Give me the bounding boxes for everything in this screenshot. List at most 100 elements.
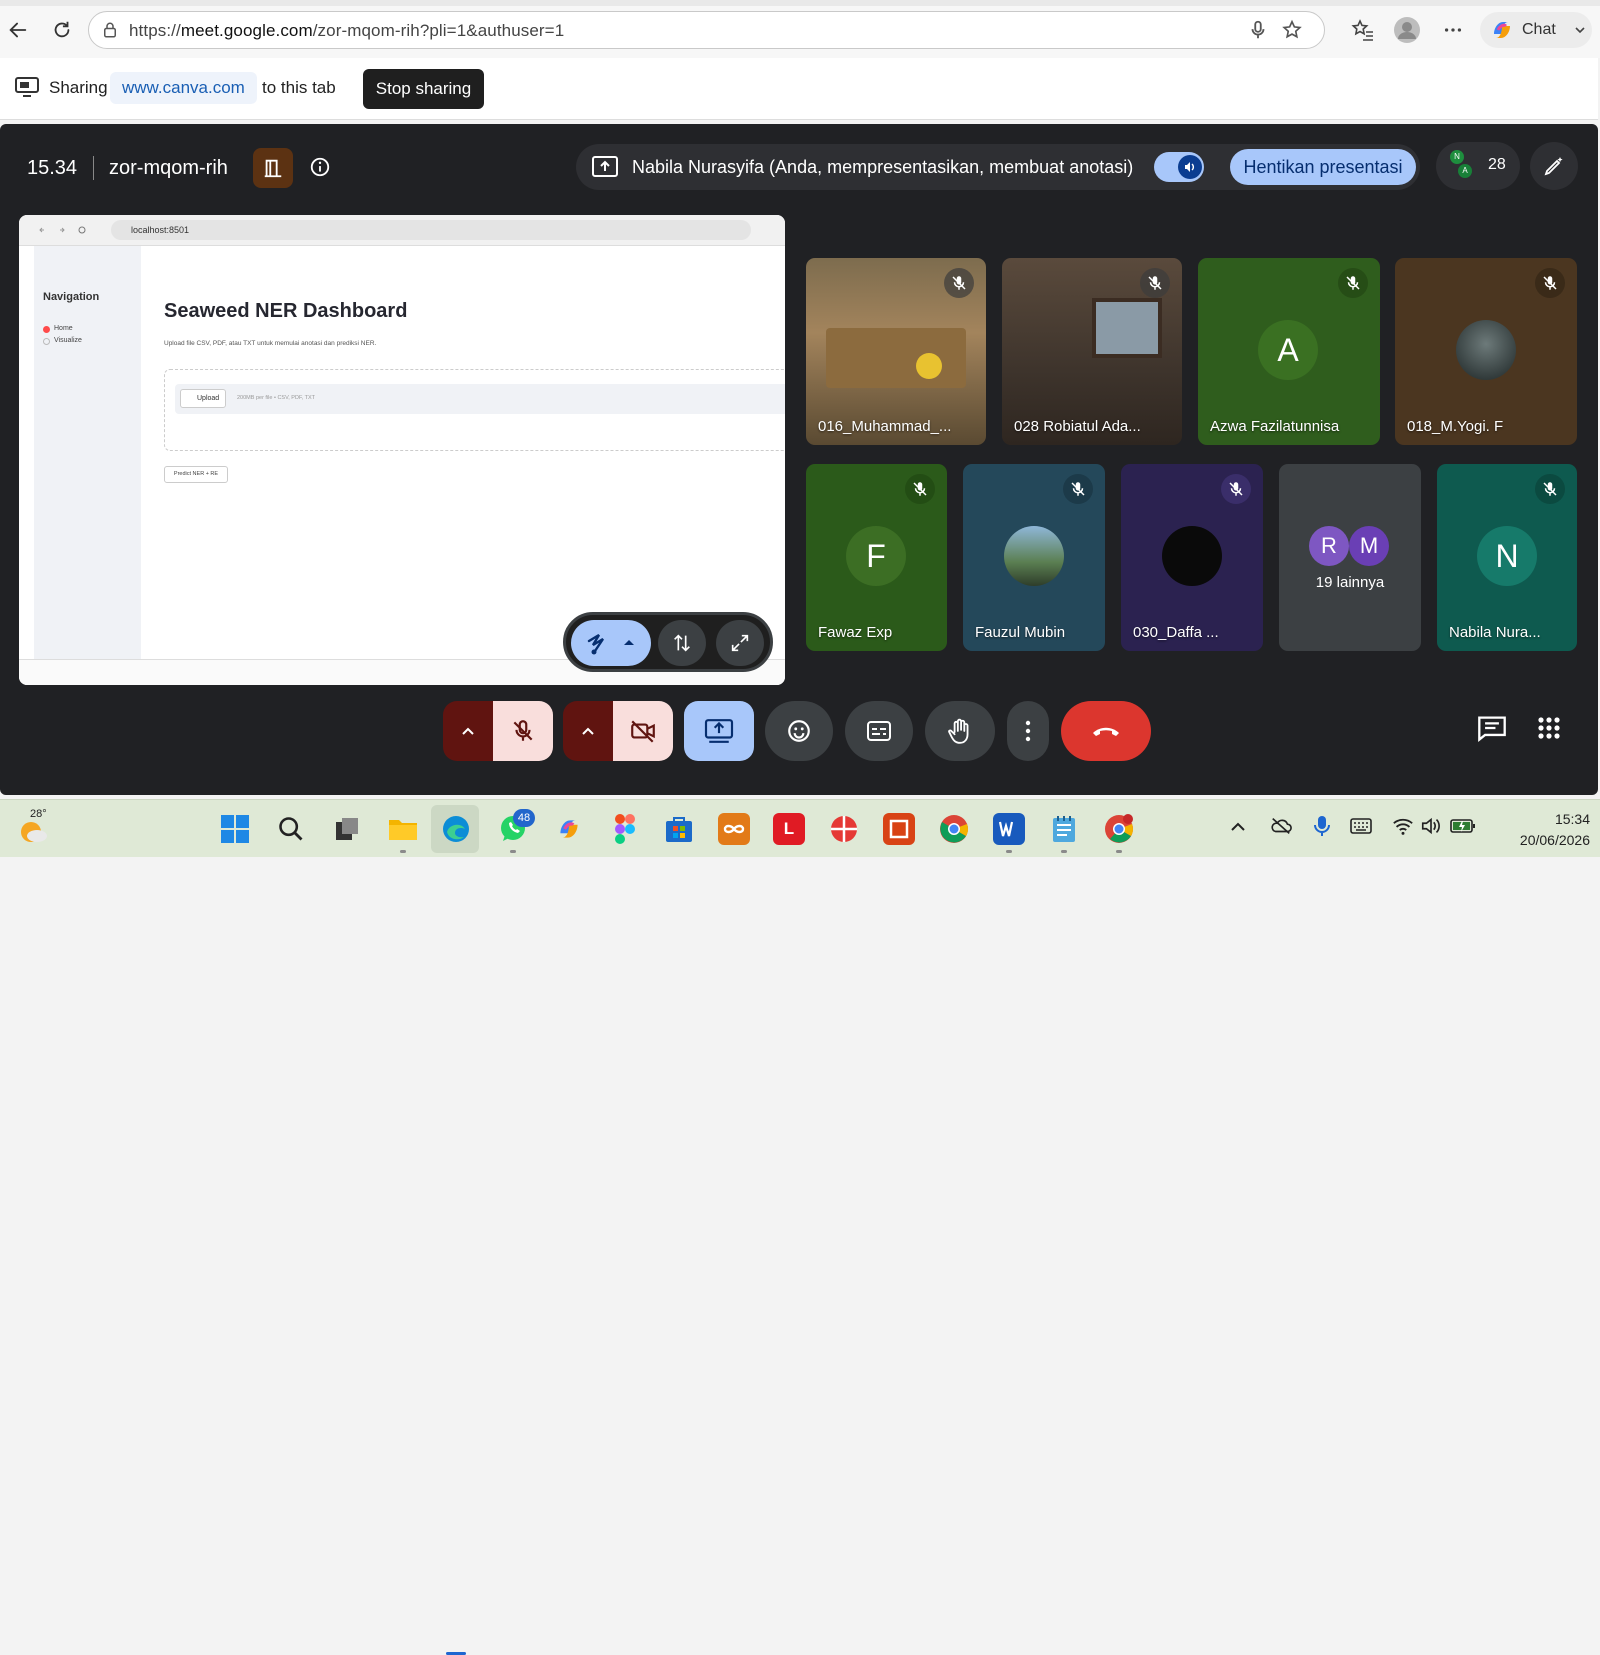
self-tile[interactable]: N Nabila Nura... [1437,464,1577,651]
chrome-profile-app[interactable] [1103,813,1135,845]
fullscreen-button[interactable] [716,620,764,666]
more-options-button[interactable] [1438,15,1468,45]
mic-off-icon [913,482,927,496]
clock-date[interactable]: 20/06/2026 [1496,832,1590,848]
participant-tile[interactable]: 030_Daffa ... [1121,464,1263,651]
move-toolbar-button[interactable] [658,620,706,666]
camera-off-icon [631,720,655,743]
search-button[interactable] [275,813,307,845]
participant-avatar: N [1477,526,1537,586]
keyboard-button[interactable] [1350,818,1372,834]
present-now-button[interactable] [684,701,754,761]
video-background [916,353,942,379]
participant-tile[interactable]: 018_M.Yogi. F [1395,258,1577,445]
infinity-app[interactable] [718,813,750,845]
copilot-chat-button[interactable]: Chat [1480,12,1592,48]
captions-button[interactable] [845,701,913,761]
people-button[interactable]: N A 28 [1436,142,1520,190]
meeting-info-button[interactable] [309,156,331,178]
participant-tile[interactable]: A Azwa Fazilatunnisa [1198,258,1380,445]
participant-tile[interactable]: 028 Robiatul Ada... [1002,258,1182,445]
favorites-button[interactable] [1348,15,1378,45]
microphone-status[interactable] [1313,814,1331,838]
figma-app[interactable] [609,813,641,845]
muted-badge [905,474,935,504]
draw-tool-button[interactable] [571,620,651,666]
running-indicator [1006,850,1012,853]
lock-icon[interactable] [101,21,119,39]
shared-domain-link[interactable]: www.canva.com [110,72,257,104]
edge-browser-app[interactable] [440,813,472,845]
l-app[interactable]: L [773,813,805,845]
temperature-label: 28° [30,808,47,820]
battery-status[interactable] [1450,817,1476,835]
participant-avatar [1004,526,1064,586]
video-settings-button[interactable] [563,701,613,761]
camera-toggle-button[interactable] [613,701,673,761]
chrome-icon [1105,814,1133,843]
participant-avatar: M [1349,526,1389,566]
speaker-icon [1185,162,1194,172]
audio-settings-button[interactable] [443,701,493,761]
meeting-code: zor-mqom-rih [109,157,228,179]
stop-sharing-button[interactable]: Stop sharing [363,69,484,109]
microphone-toggle-button[interactable] [493,701,553,761]
shared-nav-icons [39,226,86,234]
store-app[interactable] [663,813,695,845]
volume-status[interactable] [1420,816,1442,836]
whatsapp-unread-badge: 48 [513,809,535,827]
reactions-button[interactable] [765,701,833,761]
leave-call-button[interactable] [1061,701,1151,761]
battery-charging-icon [1450,819,1475,833]
start-button[interactable] [219,813,251,845]
activities-button[interactable] [1537,716,1561,740]
back-button[interactable] [1,13,35,47]
mic-off-icon [1346,276,1360,290]
microphone-icon [1314,816,1330,836]
presentation-audio-toggle[interactable] [1154,152,1204,182]
participant-tile[interactable]: F Fawaz Exp [806,464,947,651]
wifi-icon [1393,818,1413,835]
word-app[interactable] [993,813,1025,845]
network-status[interactable] [1392,816,1414,836]
profile-avatar-icon [1394,17,1420,43]
keyboard-icon [1350,818,1372,834]
task-view-button[interactable] [331,813,363,845]
file-explorer-app[interactable] [387,813,419,845]
chevron-up-icon [1231,822,1245,831]
red-app[interactable] [828,813,860,845]
copilot-app[interactable] [553,813,585,845]
participant-tile[interactable]: 016_Muhammad_... [806,258,986,445]
participant-name: 030_Daffa ... [1133,624,1219,641]
notepad-icon [1053,816,1075,842]
stop-presenting-button[interactable]: Hentikan presentasi [1230,149,1416,185]
chevron-up-icon [582,727,594,735]
host-controls-button[interactable] [253,148,293,188]
shared-browser-toolbar: localhost:8501 [19,215,785,246]
annotate-button[interactable] [1530,142,1578,190]
screen-tool-app[interactable] [883,813,915,845]
address-bar[interactable]: https://meet.google.com/zor-mqom-rih?pli… [88,11,1325,49]
url-text[interactable]: https://meet.google.com/zor-mqom-rih?pli… [129,21,564,41]
raise-hand-button[interactable] [925,701,995,761]
onedrive-status[interactable] [1270,816,1292,836]
presentation-status-bar: Nabila Nurasyifa (Anda, mempresentasikan… [576,144,1420,190]
participant-name: Azwa Fazilatunnisa [1210,418,1340,435]
microphone-icon[interactable] [1247,19,1269,41]
others-tile[interactable]: R M 19 lainnya [1279,464,1421,651]
chat-button[interactable] [1477,714,1507,742]
chevron-down-icon [1575,27,1585,34]
participant-tile[interactable]: Fauzul Mubin [963,464,1105,651]
participant-avatar-mini: A [1458,164,1472,178]
notepad-app[interactable] [1048,813,1080,845]
favorite-star-icon[interactable] [1281,19,1303,41]
shared-url-bar: localhost:8501 [111,220,751,240]
mic-off-icon [952,276,966,290]
more-options-button[interactable] [1007,701,1049,761]
chrome-app[interactable] [938,813,970,845]
show-hidden-icons-button[interactable] [1230,820,1246,832]
reload-button[interactable] [45,13,79,47]
clock-time[interactable]: 15:34 [1516,811,1590,827]
profile-button[interactable] [1392,15,1422,45]
running-indicator [400,850,406,853]
